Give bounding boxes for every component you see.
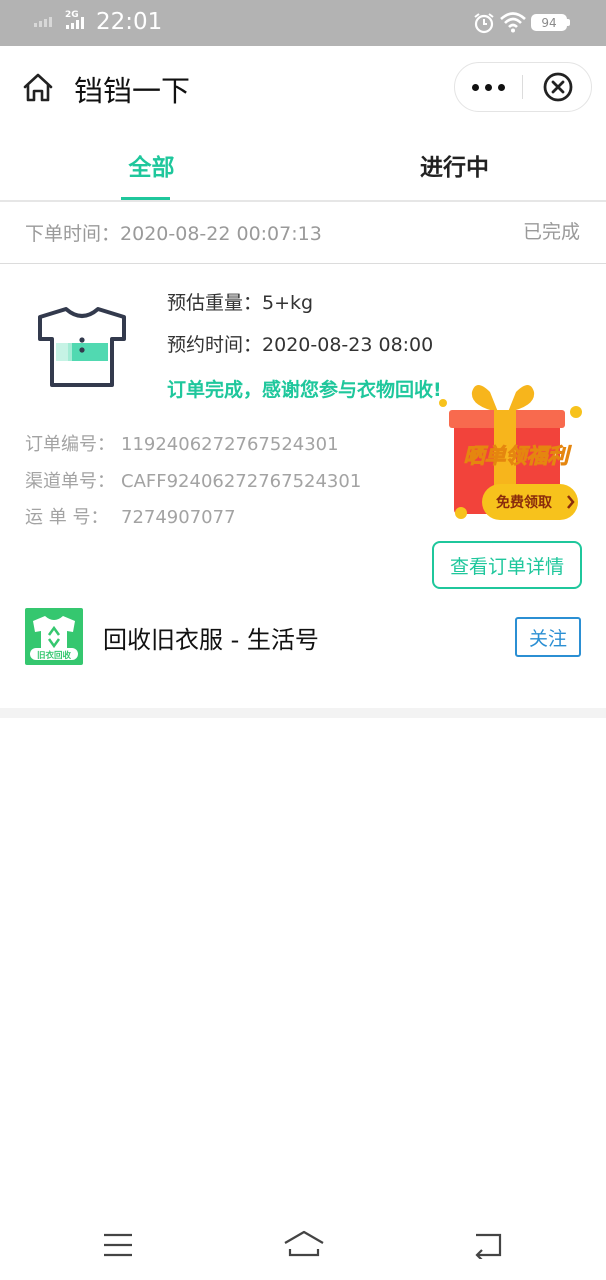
- weight-value: 5+kg: [262, 292, 314, 314]
- signal-icon: [34, 17, 52, 27]
- gift-banner-button[interactable]: 免费领取: [496, 494, 553, 511]
- view-order-details-button[interactable]: 查看订单详情: [432, 541, 582, 589]
- menu-icon[interactable]: [103, 1232, 133, 1258]
- order-number-value: 1192406272767524301: [121, 434, 339, 455]
- battery-cap: [567, 19, 570, 26]
- gift-banner[interactable]: 晒单领福利 免费领取: [432, 378, 590, 523]
- gift-banner-title: 晒单领福利: [464, 444, 572, 468]
- alarm-icon: [474, 13, 494, 34]
- wifi-icon: [500, 12, 526, 33]
- appointment-label: 预约时间：: [167, 334, 263, 356]
- official-account-name[interactable]: 回收旧衣服 - 生活号: [103, 620, 319, 655]
- order-number-label: 订单编号：: [25, 434, 115, 455]
- order-time: 下单时间：2020-08-22 00:07:13: [25, 219, 322, 246]
- signal-icon-secondary: [66, 17, 84, 29]
- waybill-number: 运 单 号： 7274907077: [25, 503, 236, 529]
- back-icon[interactable]: [472, 1231, 504, 1259]
- channel-number-value: CAFF92406272767524301: [121, 471, 362, 492]
- section-gap: [0, 708, 606, 718]
- tab-in-progress[interactable]: 进行中: [303, 130, 606, 200]
- home-icon[interactable]: [22, 72, 54, 104]
- t-shirt-icon: [38, 307, 126, 387]
- close-icon[interactable]: [542, 71, 574, 103]
- appointment-time: 预约时间：2020-08-23 08:00: [167, 330, 433, 357]
- tabs-divider: [0, 200, 606, 202]
- order-time-label: 下单时间：: [25, 223, 121, 245]
- official-account-logo-text: 旧衣回收: [37, 650, 72, 661]
- order-divider: [0, 263, 606, 264]
- recycle-shirt-icon: 旧衣回收: [30, 616, 78, 661]
- waybill-label: 运 单 号：: [25, 507, 109, 528]
- weight-label: 预估重量：: [167, 292, 263, 314]
- completion-message: 订单完成，感谢您参与衣物回收!: [167, 379, 442, 401]
- estimated-weight: 预估重量：5+kg: [167, 288, 313, 315]
- appointment-value: 2020-08-23 08:00: [262, 334, 434, 356]
- official-account-logo: 旧衣回收: [25, 608, 83, 665]
- order-number: 订单编号： 1192406272767524301: [25, 430, 339, 456]
- status-time: 22:01: [96, 9, 163, 35]
- page-title: 铛铛一下: [74, 74, 191, 108]
- order-time-value: 2020-08-22 00:07:13: [120, 223, 322, 245]
- capsule-divider: [522, 75, 523, 99]
- more-icon[interactable]: [472, 84, 505, 91]
- tab-all[interactable]: 全部: [0, 130, 303, 200]
- waybill-value: 7274907077: [121, 507, 236, 528]
- follow-button[interactable]: 关注: [515, 617, 581, 657]
- home-outline-icon[interactable]: [283, 1229, 325, 1259]
- battery-icon: 94: [531, 14, 567, 31]
- channel-number-label: 渠道单号：: [25, 471, 115, 492]
- channel-number: 渠道单号： CAFF92406272767524301: [25, 467, 361, 493]
- order-status: 已完成: [522, 221, 580, 243]
